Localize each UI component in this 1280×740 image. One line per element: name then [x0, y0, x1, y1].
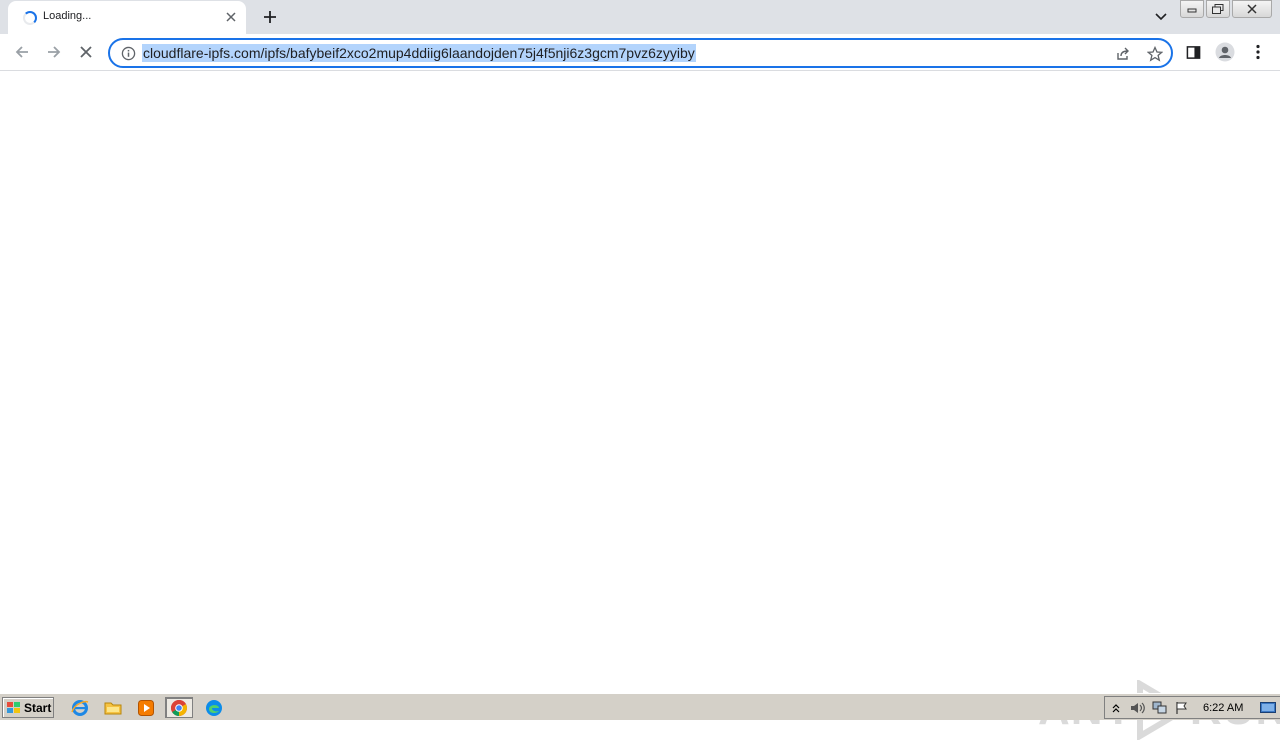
- internet-explorer-icon: [71, 699, 89, 716]
- url-text[interactable]: cloudflare-ipfs.com/ipfs/bafybeif2xco2mu…: [142, 44, 696, 62]
- side-panel-icon: [1186, 45, 1200, 59]
- bookmark-button[interactable]: [1145, 44, 1165, 64]
- taskbar-file-explorer[interactable]: [99, 697, 127, 718]
- chrome-icon: [171, 699, 187, 716]
- tab-title: Loading...: [43, 10, 92, 22]
- taskbar-clock[interactable]: 6:22 AM: [1203, 702, 1243, 714]
- speaker-icon: [1131, 702, 1145, 713]
- taskbar-edge[interactable]: [200, 697, 228, 718]
- site-info-icon[interactable]: [120, 45, 136, 61]
- tray-volume[interactable]: [1127, 698, 1149, 718]
- start-label: Start: [24, 700, 52, 715]
- desktop-icon: [1260, 701, 1277, 713]
- kebab-menu-icon: [1256, 44, 1260, 60]
- profile-button[interactable]: [1213, 40, 1237, 64]
- new-tab-button[interactable]: [258, 5, 282, 29]
- window-controls: [1178, 0, 1272, 18]
- close-icon: [226, 12, 236, 22]
- chevron-down-icon: [1155, 13, 1167, 21]
- stop-loading-button[interactable]: [74, 40, 98, 64]
- folder-icon: [104, 702, 122, 714]
- avatar-icon: [1215, 42, 1235, 62]
- page-content: ANY RUN: [0, 72, 1280, 740]
- tray-action-center[interactable]: [1171, 698, 1193, 718]
- start-button[interactable]: Start: [2, 697, 54, 718]
- system-tray: 6:22 AM: [1104, 696, 1280, 719]
- side-panel-button[interactable]: [1181, 40, 1205, 64]
- flag-icon: [1176, 701, 1187, 714]
- plus-icon: [264, 11, 276, 23]
- tab-search-button[interactable]: [1150, 6, 1172, 28]
- minimize-button[interactable]: [1180, 0, 1204, 18]
- taskbar-chrome[interactable]: [165, 697, 193, 718]
- tab-strip: Loading...: [0, 0, 1280, 34]
- windows-logo-icon: [7, 701, 20, 713]
- tray-expand-button[interactable]: [1105, 698, 1127, 718]
- taskbar-internet-explorer[interactable]: [66, 697, 94, 718]
- restore-icon: [1212, 4, 1224, 14]
- media-player-icon: [138, 699, 154, 716]
- close-window-button[interactable]: [1232, 0, 1272, 18]
- back-button[interactable]: [10, 40, 34, 64]
- arrow-right-icon: [48, 46, 61, 58]
- arrow-left-icon: [15, 46, 28, 58]
- address-bar[interactable]: cloudflare-ipfs.com/ipfs/bafybeif2xco2mu…: [108, 38, 1173, 68]
- close-icon: [80, 46, 92, 58]
- close-window-icon: [1247, 4, 1257, 14]
- browser-toolbar: cloudflare-ipfs.com/ipfs/bafybeif2xco2mu…: [0, 34, 1280, 71]
- share-icon: [1117, 47, 1129, 60]
- minimize-icon: [1187, 8, 1197, 13]
- forward-button[interactable]: [42, 40, 66, 64]
- windows-taskbar: Start 6:22 AM: [0, 693, 1280, 720]
- taskbar-media-player[interactable]: [132, 697, 160, 718]
- restore-button[interactable]: [1206, 0, 1230, 18]
- star-icon: [1147, 46, 1163, 62]
- network-icon: [1152, 701, 1167, 713]
- tray-network[interactable]: [1149, 698, 1171, 718]
- show-desktop-button[interactable]: [1257, 698, 1279, 718]
- menu-button[interactable]: [1246, 40, 1270, 64]
- chevron-up-icon: [1112, 703, 1120, 712]
- share-button[interactable]: [1113, 44, 1133, 64]
- loading-spinner-icon: [23, 11, 37, 25]
- tab-loading[interactable]: Loading...: [8, 1, 246, 34]
- edge-icon: [206, 699, 222, 716]
- tab-close-button[interactable]: [222, 8, 240, 26]
